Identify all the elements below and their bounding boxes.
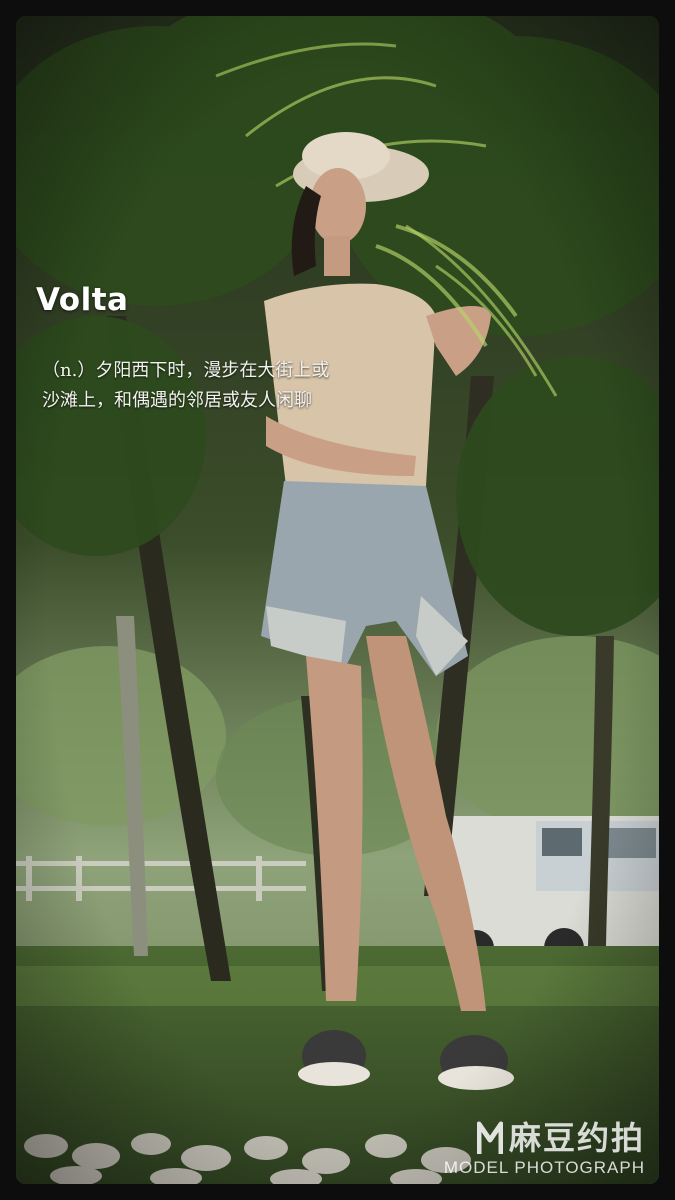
photo	[16, 16, 659, 1184]
watermark: 麻豆约拍 MODEL PHOTOGRAPH	[444, 1120, 645, 1178]
watermark-cn-text: 麻豆约拍	[508, 1119, 645, 1157]
m-logo-icon	[476, 1121, 503, 1154]
photo-frame: Volta （n.）夕阳西下时，漫步在大街上或 沙滩上，和偶遇的邻居或友人闲聊 …	[16, 16, 659, 1184]
definition-line-1: （n.）夕阳西下时，漫步在大街上或	[42, 360, 330, 381]
poster-title: Volta	[36, 282, 129, 318]
poster-definition: （n.）夕阳西下时，漫步在大街上或 沙滩上，和偶遇的邻居或友人闲聊	[42, 356, 392, 416]
definition-line-2: 沙滩上，和偶遇的邻居或友人闲聊	[42, 390, 312, 411]
watermark-en-text: MODEL PHOTOGRAPH	[443, 1158, 645, 1177]
